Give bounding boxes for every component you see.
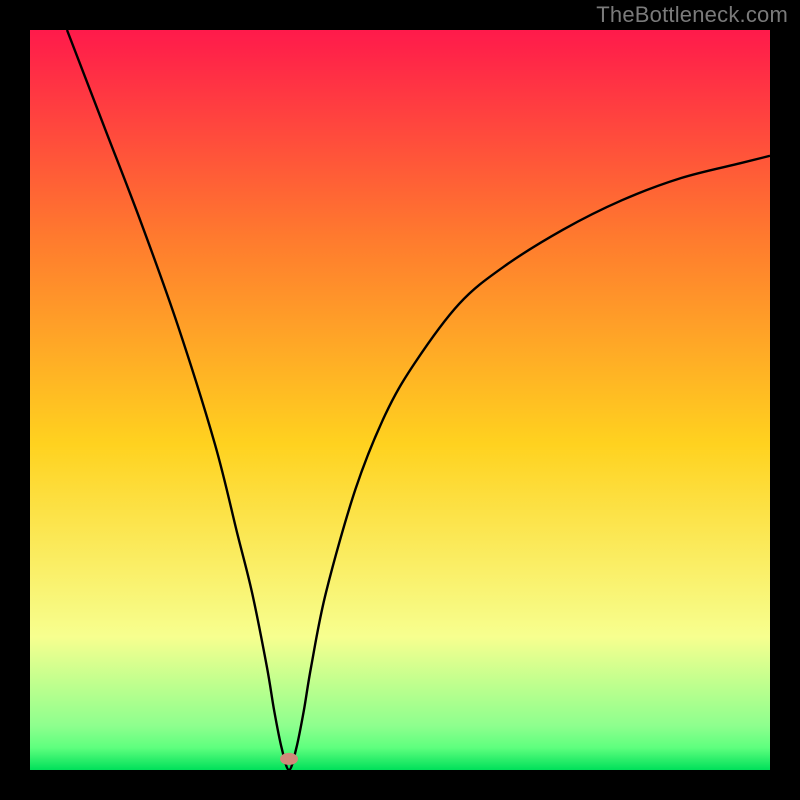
gradient-background [30,30,770,770]
chart-frame: TheBottleneck.com [0,0,800,800]
watermark-text: TheBottleneck.com [596,2,788,28]
plot-area [30,30,770,770]
chart-svg [30,30,770,770]
optimum-marker [280,753,298,765]
